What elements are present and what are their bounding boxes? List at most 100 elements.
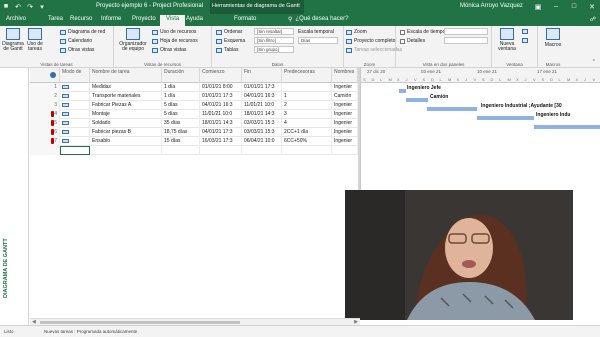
cell-res[interactable]: Ingenier [332, 119, 358, 128]
resource-usage-button[interactable]: Uso de recursos [152, 29, 196, 35]
empty-cell[interactable] [90, 146, 162, 155]
row-number[interactable]: 1 [30, 83, 60, 92]
cell-res[interactable]: Ingenier [332, 83, 358, 92]
gantt-bar[interactable] [477, 116, 534, 120]
table-row[interactable]: 5 Soldado 35 días 18/01/21 14:3 03/03/21 15:… [30, 119, 358, 128]
task-mode-cell[interactable] [60, 137, 90, 146]
header-duration[interactable]: Duración [162, 68, 200, 83]
empty-cell[interactable] [60, 146, 90, 155]
cell-end[interactable]: 03/03/21 15:3 [242, 128, 282, 137]
row-number[interactable]: 2 [30, 92, 60, 101]
cell-name[interactable]: Montaje [90, 110, 162, 119]
task-mode-cell[interactable] [60, 119, 90, 128]
header-task-mode[interactable]: Modo de [60, 68, 90, 83]
cell-start[interactable]: 01/01/21 8:00 [200, 83, 242, 92]
selected-tasks-button[interactable]: Tareas seleccionadas [346, 47, 402, 53]
empty-cell[interactable] [162, 146, 200, 155]
row-number[interactable]: 5 [30, 119, 60, 128]
highlight-select[interactable]: [Sin resaltar] [254, 28, 294, 35]
entire-project-button[interactable]: Proyecto completo [346, 38, 395, 44]
tab-tarea[interactable]: Tarea [48, 16, 63, 22]
cell-name[interactable]: Ensablo [90, 137, 162, 146]
cell-res[interactable]: Ingenier [332, 137, 358, 146]
cell-start[interactable]: 04/01/21 16:3 [200, 101, 242, 110]
cell-dur[interactable]: 1 día [162, 92, 200, 101]
cell-end[interactable]: 03/03/21 15:3 [242, 119, 282, 128]
header-predecessors[interactable]: Predecesoras [282, 68, 332, 83]
cell-name[interactable]: Medidas [90, 83, 162, 92]
cell-dur[interactable]: 5 días [162, 110, 200, 119]
table-row[interactable]: 2 Transporte materiales 1 día 01/01/21 17:3… [30, 92, 358, 101]
table-row[interactable]: 3 Fabricar Piezas A5 días 04/01/21 16:3 11/… [30, 101, 358, 110]
empty-cell[interactable] [332, 146, 358, 155]
details-checkbox[interactable]: Detalles [400, 38, 425, 44]
details-view-select[interactable] [444, 37, 488, 44]
cell-name[interactable]: Soldado [90, 119, 162, 128]
table-row[interactable]: 4 Montaje 5 días 11/01/21 10:0 18/01/21 14:3… [30, 110, 358, 119]
empty-cell[interactable] [30, 146, 60, 155]
cell-pred[interactable]: 1 [282, 92, 332, 101]
collapse-ribbon-icon[interactable]: ⌃ [592, 59, 596, 65]
cell-name[interactable]: Fabricar Piezas A [90, 101, 162, 110]
cell-end[interactable]: 18/01/21 14:3 [242, 110, 282, 119]
cell-pred[interactable]: 3 [282, 110, 332, 119]
cell-end[interactable]: 06/04/21 10:0 [242, 137, 282, 146]
filter-select[interactable]: [Sin filtro] [254, 37, 294, 44]
hide-icon[interactable] [522, 38, 528, 43]
other-resource-views-button[interactable]: Otras vistas [152, 47, 186, 53]
cell-dur[interactable]: 15 días [162, 137, 200, 146]
cell-pred[interactable] [282, 83, 332, 92]
tab-formato[interactable]: Formato [234, 16, 256, 22]
header-start[interactable]: Comienzo [200, 68, 242, 83]
macros-button[interactable]: Macros [542, 28, 564, 48]
scroll-thumb[interactable] [40, 321, 240, 324]
cell-dur[interactable]: 18,75 días [162, 128, 200, 137]
new-window-button[interactable]: Nueva ventana [496, 28, 518, 52]
tab-recurso[interactable]: Recurso [70, 16, 92, 22]
task-usage-button[interactable]: Uso de tareas [27, 28, 43, 52]
table-row[interactable] [30, 146, 358, 155]
cell-start[interactable]: 16/03/21 17:3 [200, 137, 242, 146]
horizontal-scrollbar[interactable]: ◀ ▶ [30, 318, 360, 325]
minimize-icon[interactable]: – [550, 1, 562, 12]
maximize-icon[interactable]: □ [568, 1, 580, 12]
gantt-bar[interactable] [534, 125, 600, 129]
resource-sheet-button[interactable]: Hoja de recursos [152, 38, 198, 44]
cell-start[interactable]: 18/01/21 14:3 [200, 119, 242, 128]
cell-pred[interactable]: 2CC+1 día [282, 128, 332, 137]
cell-dur[interactable]: 1 día [162, 83, 200, 92]
tables-button[interactable]: Tablas [216, 47, 238, 53]
gantt-bar[interactable] [399, 89, 406, 93]
cell-start[interactable]: 04/01/21 17:3 [200, 128, 242, 137]
tab-vista[interactable]: Vista [160, 15, 186, 26]
zoom-button[interactable]: Zoom [346, 29, 367, 35]
header-resource-names[interactable]: Nombres [332, 68, 358, 83]
cell-res[interactable]: Ingenier [332, 110, 358, 119]
close-icon[interactable]: ✕ [586, 1, 598, 12]
cell-end[interactable]: 04/01/21 16:3 [242, 92, 282, 101]
timeline-checkbox[interactable]: Escala de tiempo [400, 29, 445, 35]
cell-dur[interactable]: 5 días [162, 101, 200, 110]
row-number[interactable]: 7 [30, 137, 60, 146]
header-task-name[interactable]: Nombre de tarea [90, 68, 162, 83]
gantt-chart-button[interactable]: Diagrama de Gantt [2, 28, 24, 52]
cell-res[interactable]: Camión [332, 92, 358, 101]
gantt-bar[interactable] [427, 107, 477, 111]
cell-end[interactable]: 11/01/21 10:0 [242, 101, 282, 110]
calendar-button[interactable]: Calendario [60, 38, 92, 44]
cell-res[interactable]: Ingenier [332, 101, 358, 110]
row-number[interactable]: 6 [30, 128, 60, 137]
cell-name[interactable]: Fabricar piezas B [90, 128, 162, 137]
ribbon-display-icon[interactable]: ▣ [532, 1, 544, 12]
save-icon[interactable]: ■ [2, 2, 10, 11]
other-views-button[interactable]: Otras vistas [60, 47, 94, 53]
cell-start[interactable]: 01/01/21 17:3 [200, 92, 242, 101]
task-mode-cell[interactable] [60, 101, 90, 110]
empty-cell[interactable] [242, 146, 282, 155]
sort-button[interactable]: Ordenar [216, 29, 242, 35]
team-planner-button[interactable]: Organizador de equipo [118, 28, 148, 52]
cell-pred[interactable]: 6CC+50% [282, 137, 332, 146]
cell-dur[interactable]: 35 días [162, 119, 200, 128]
tab-archivo[interactable]: Archivo [6, 16, 26, 22]
new-tasks-mode[interactable]: Nuevas tareas : Programada automáticamen… [44, 329, 137, 334]
